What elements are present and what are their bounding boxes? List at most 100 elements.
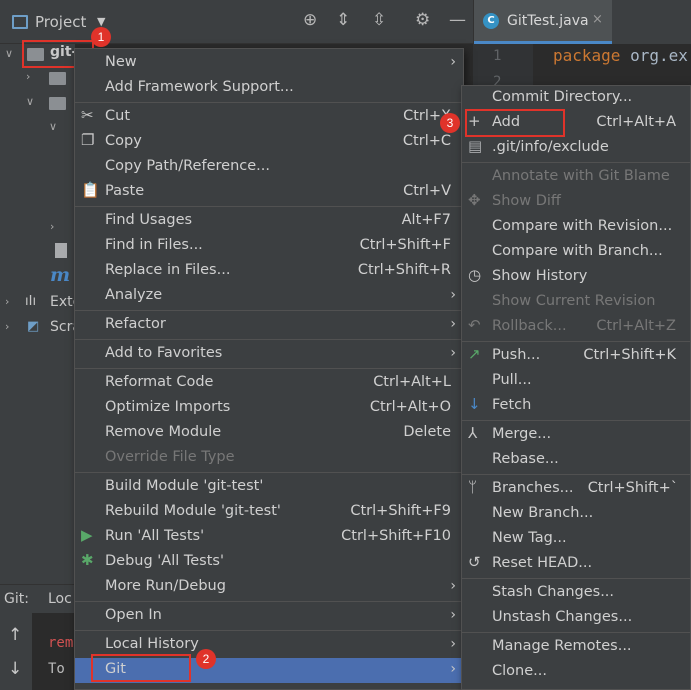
collapse-all-icon[interactable]: ⇳ <box>372 12 386 29</box>
tab-gittest-java[interactable]: C GitTest.java × <box>474 0 612 44</box>
close-icon[interactable]: × <box>592 12 603 27</box>
code-line: package org.ex <box>553 46 688 65</box>
fetch-icon: ↓ <box>468 395 481 413</box>
menu-item-shortcut: Ctrl+V <box>403 183 451 199</box>
menu-item-more-run-debug[interactable]: More Run/Debug › <box>75 575 463 600</box>
menu-item-label: Fetch <box>492 397 532 413</box>
menu-item-commit-directory[interactable]: Commit Directory... <box>462 86 690 111</box>
menu-item-label: Replace in Files... <box>105 262 231 278</box>
chevron-right-icon: › <box>450 636 456 652</box>
menu-item-debug-all-tests[interactable]: ✱ Debug 'All Tests' <box>75 550 463 575</box>
chevron-right-icon[interactable]: › <box>26 70 30 83</box>
chevron-right-icon[interactable]: › <box>5 320 9 333</box>
folder-icon[interactable] <box>49 72 66 85</box>
expand-all-icon[interactable]: ⇕ <box>336 12 350 29</box>
menu-item-clone[interactable]: Clone... <box>462 660 690 685</box>
clock-icon: ◷ <box>468 266 482 284</box>
menu-item-cut[interactable]: ✂ Cut Ctrl+X <box>75 105 463 130</box>
git-submenu: Commit Directory... + Add Ctrl+Alt+A ▤ .git… <box>461 85 691 690</box>
tab-log[interactable]: Loc <box>48 591 72 607</box>
menu-separator <box>75 339 463 340</box>
menu-item-show-diff: ✥ Show Diff <box>462 190 690 215</box>
menu-item-remove-module[interactable]: Remove Module Delete <box>75 421 463 446</box>
chevron-down-icon[interactable]: ∨ <box>5 47 13 60</box>
menu-separator <box>462 632 690 633</box>
menu-item-refactor[interactable]: Refactor › <box>75 313 463 338</box>
scratches-icon: ◩ <box>27 319 40 334</box>
menu-item-compare-with-revision[interactable]: Compare with Revision... <box>462 215 690 240</box>
menu-item-unstash-changes[interactable]: Unstash Changes... <box>462 606 690 631</box>
menu-item-label: Pull... <box>492 372 532 388</box>
chevron-right-icon[interactable]: › <box>50 220 54 233</box>
menu-item-reformat-code[interactable]: Reformat Code Ctrl+Alt+L <box>75 371 463 396</box>
file-icon: ▤ <box>468 137 483 155</box>
paste-icon: 📋 <box>81 181 100 199</box>
menu-item-pull[interactable]: Pull... <box>462 369 690 394</box>
menu-item-analyze[interactable]: Analyze › <box>75 284 463 309</box>
menu-item-compare-with-branch[interactable]: Compare with Branch... <box>462 240 690 265</box>
menu-item-label: Copy <box>105 133 142 149</box>
menu-separator <box>75 601 463 602</box>
menu-item-build-module[interactable]: Build Module 'git-test' <box>75 475 463 500</box>
menu-separator <box>75 102 463 103</box>
menu-item-rebuild-module[interactable]: Rebuild Module 'git-test' Ctrl+Shift+F9 <box>75 500 463 525</box>
menu-item-optimize-imports[interactable]: Optimize Imports Ctrl+Alt+O <box>75 396 463 421</box>
menu-item-replace-in-files[interactable]: Replace in Files... Ctrl+Shift+R <box>75 259 463 284</box>
folder-icon[interactable] <box>49 97 66 110</box>
target-icon[interactable]: ⊕ <box>303 12 317 29</box>
menu-item-add-to-favorites[interactable]: Add to Favorites › <box>75 342 463 367</box>
chevron-down-icon[interactable]: ∨ <box>26 95 34 108</box>
menu-separator <box>75 310 463 311</box>
menu-item-copy-path[interactable]: Copy Path/Reference... <box>75 155 463 180</box>
menu-item-find-usages[interactable]: Find Usages Alt+F7 <box>75 209 463 234</box>
minimize-icon[interactable]: — <box>449 12 466 29</box>
chevron-down-icon[interactable]: ∨ <box>49 120 57 133</box>
menu-item-label: Reset HEAD... <box>492 555 593 571</box>
menu-item-new-tag[interactable]: New Tag... <box>462 527 690 552</box>
chevron-right-icon: › <box>450 607 456 623</box>
menu-item-open-in[interactable]: Open In › <box>75 604 463 629</box>
menu-item-new-branch[interactable]: New Branch... <box>462 502 690 527</box>
menu-separator <box>75 206 463 207</box>
menu-item-label: Find in Files... <box>105 237 203 253</box>
menu-item-add-framework-support[interactable]: Add Framework Support... <box>75 76 463 101</box>
menu-item-shortcut: Ctrl+Shift+K <box>583 347 676 363</box>
menu-item-show-history[interactable]: ◷ Show History <box>462 265 690 290</box>
menu-item-merge[interactable]: ⅄ Merge... <box>462 423 690 448</box>
branch-icon: ᛘ <box>468 478 478 496</box>
arrow-up-icon[interactable]: ↑ <box>8 625 22 645</box>
arrow-down-icon[interactable]: ↓ <box>8 659 22 679</box>
menu-item-push[interactable]: ↗ Push... Ctrl+Shift+K <box>462 344 690 369</box>
chevron-right-icon[interactable]: › <box>5 295 9 308</box>
menu-item-label: Show Current Revision <box>492 293 656 309</box>
run-icon: ▶ <box>81 526 93 544</box>
menu-item-manage-remotes[interactable]: Manage Remotes... <box>462 635 690 660</box>
git-tool-sidebar: ↑ ↓ <box>0 613 32 690</box>
rollback-icon: ↶ <box>468 316 481 334</box>
menu-item-copy[interactable]: ❐ Copy Ctrl+C <box>75 130 463 155</box>
step-badge: 3 <box>440 113 460 133</box>
menu-item-git-info-exclude[interactable]: ▤ .git/info/exclude <box>462 136 690 161</box>
gear-icon[interactable]: ⚙ <box>415 12 430 29</box>
menu-item-shortcut: Ctrl+Shift+F10 <box>341 528 451 544</box>
menu-item-rebase[interactable]: Rebase... <box>462 448 690 473</box>
menu-item-label: Override File Type <box>105 449 235 465</box>
menu-item-run-all-tests[interactable]: ▶ Run 'All Tests' Ctrl+Shift+F10 <box>75 525 463 550</box>
menu-item-label: New <box>105 54 137 70</box>
menu-item-stash-changes[interactable]: Stash Changes... <box>462 581 690 606</box>
menu-item-branches[interactable]: ᛘ Branches... Ctrl+Shift+` <box>462 477 690 502</box>
menu-item-shortcut: Ctrl+Alt+A <box>596 114 676 130</box>
project-title[interactable]: Project <box>35 13 86 31</box>
chevron-right-icon: › <box>450 287 456 303</box>
menu-item-find-in-files[interactable]: Find in Files... Ctrl+Shift+F <box>75 234 463 259</box>
project-toolbar: Project ▼ ⊕ ⇕ ⇳ ⚙ — <box>0 0 473 44</box>
maven-icon[interactable]: m <box>50 264 70 286</box>
menu-item-fetch[interactable]: ↓ Fetch <box>462 394 690 419</box>
menu-item-shortcut: Ctrl+Alt+O <box>369 399 451 415</box>
menu-item-reset-head[interactable]: ↺ Reset HEAD... <box>462 552 690 577</box>
debug-icon: ✱ <box>81 551 94 569</box>
menu-item-new[interactable]: New › <box>75 51 463 76</box>
file-icon[interactable] <box>55 243 67 258</box>
menu-item-shortcut: Ctrl+C <box>402 133 451 149</box>
menu-item-paste[interactable]: 📋 Paste Ctrl+V <box>75 180 463 205</box>
